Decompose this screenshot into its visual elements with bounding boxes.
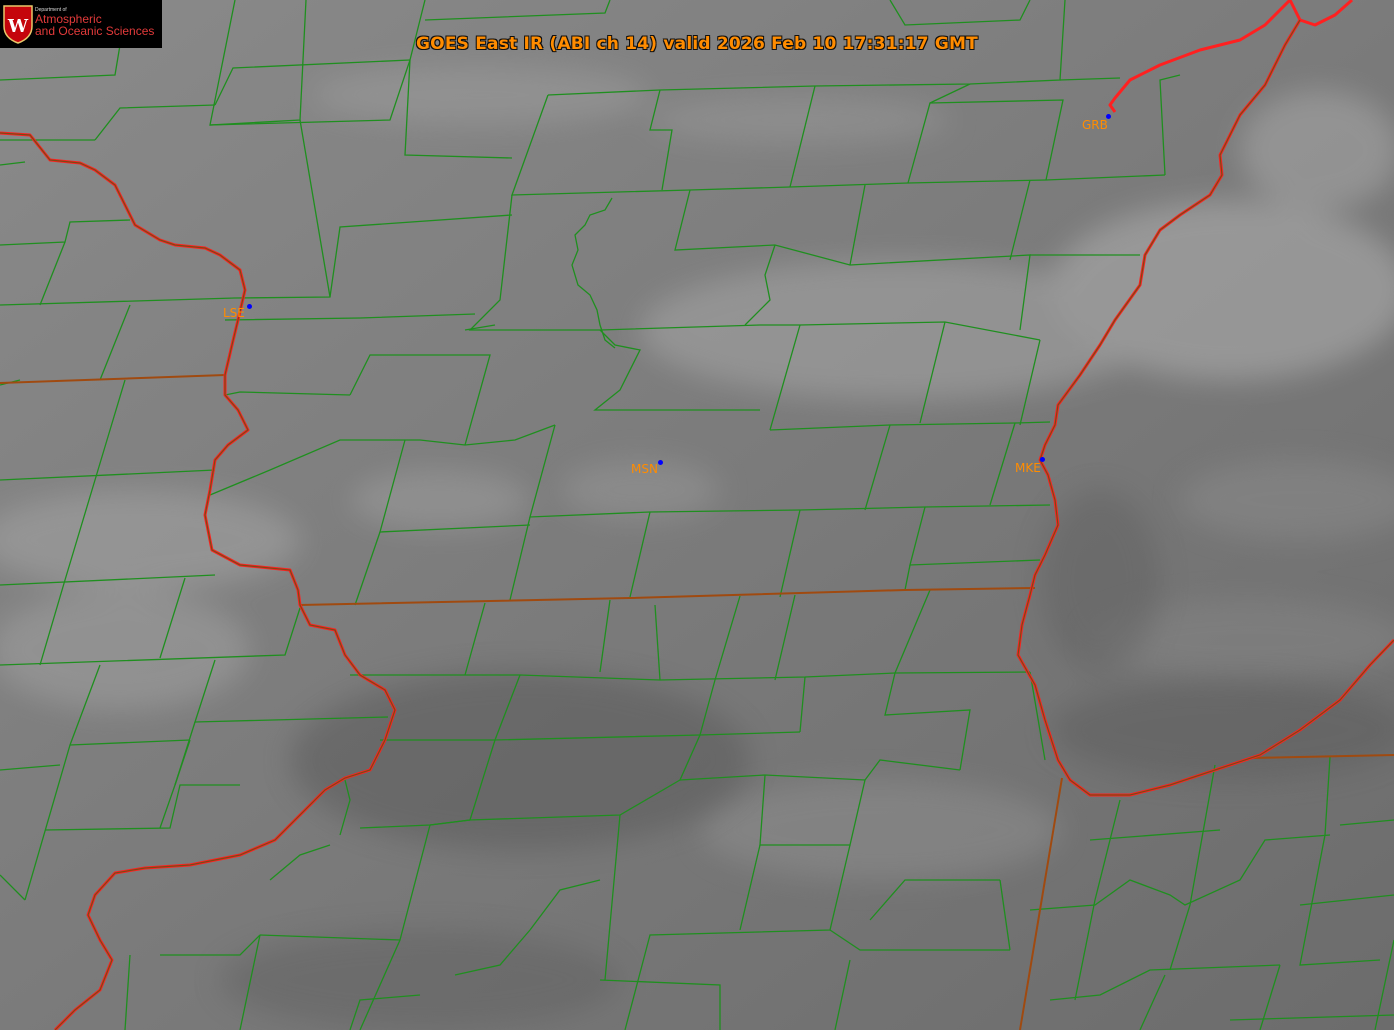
station-dot (247, 304, 252, 309)
station-label: LSE (223, 306, 245, 320)
image-title: GOES East IR (ABI ch 14) valid 2026 Feb … (416, 34, 978, 54)
logo-text: Department of Atmospheric and Oceanic Sc… (35, 7, 154, 37)
station-label: GRB (1082, 118, 1108, 132)
station-dot (658, 460, 663, 465)
station-label: MSN (631, 462, 658, 476)
satellite-map (0, 0, 1394, 1030)
station-label: MKE (1015, 461, 1041, 475)
